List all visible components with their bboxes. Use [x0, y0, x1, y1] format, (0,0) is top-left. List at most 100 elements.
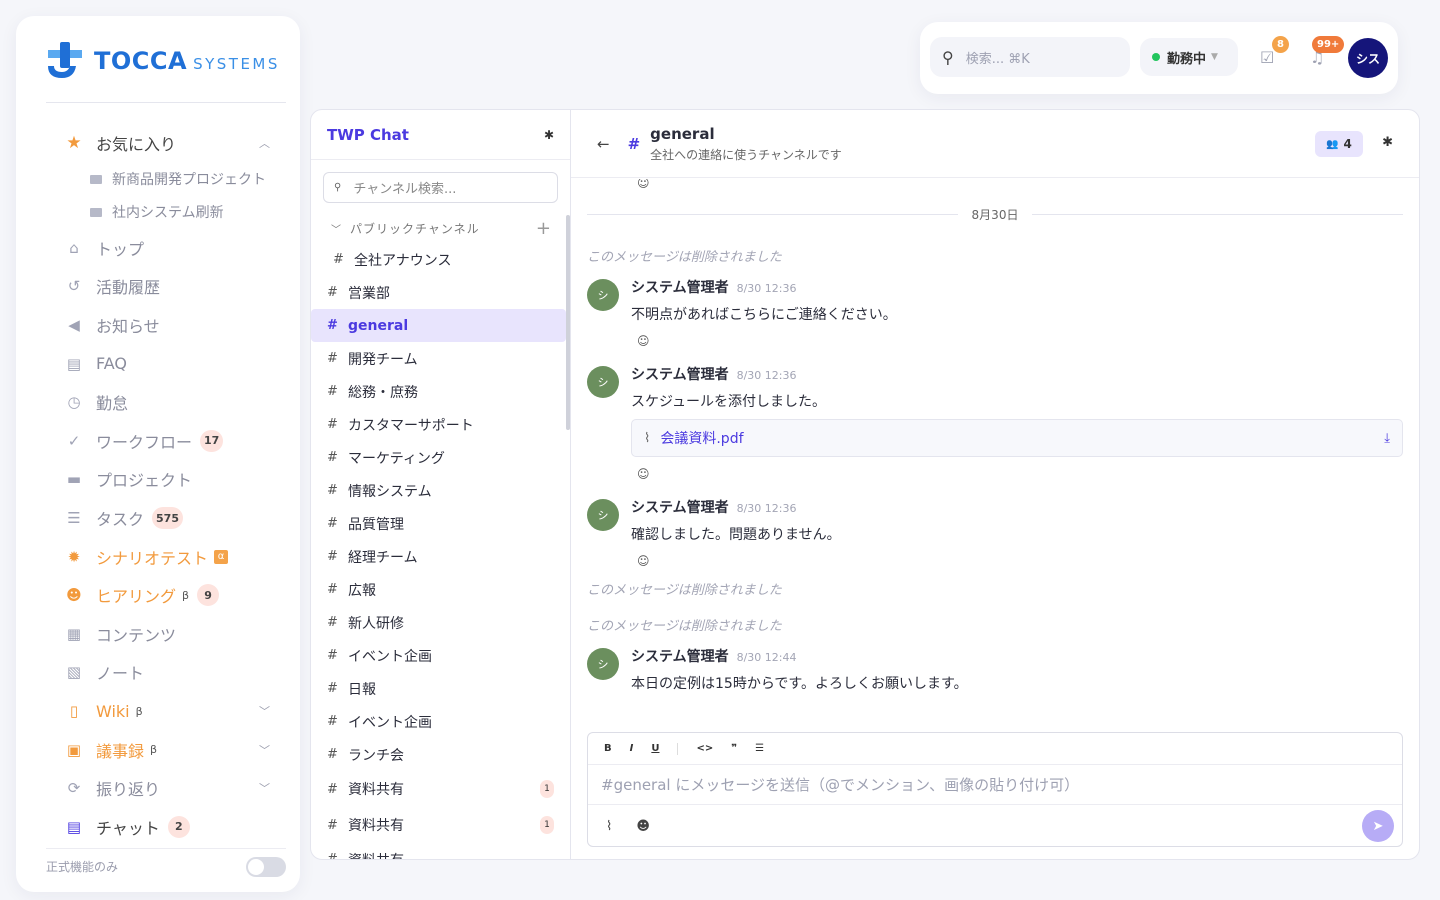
channel-item[interactable]: # ランチ会: [311, 738, 570, 771]
bold-button[interactable]: B: [604, 743, 612, 754]
italic-button[interactable]: I: [630, 743, 634, 754]
avatar[interactable]: シ: [587, 648, 619, 680]
back-arrow-icon[interactable]: ←: [597, 135, 610, 153]
author-name[interactable]: システム管理者: [631, 497, 729, 517]
reaction-add-icon[interactable]: ☺: [637, 179, 1403, 191]
chat-window: TWP Chat ✱ ⚲ チャンネル検索... ﹀ パブリックチャンネル + #…: [310, 109, 1420, 860]
channel-item[interactable]: # 新人研修: [311, 606, 570, 639]
sidebar-item-projects[interactable]: ▬ プロジェクト: [16, 460, 300, 499]
sidebar-item-retrospective[interactable]: ⟳ 振り返り ﹀: [16, 769, 300, 808]
attachment-name[interactable]: 会議資料.pdf: [660, 428, 743, 448]
search-placeholder: チャンネル検索...: [353, 182, 457, 197]
send-button[interactable]: ➤: [1362, 810, 1394, 842]
channel-item[interactable]: # 広報: [311, 573, 570, 606]
sidebar-item-chat[interactable]: ▤ チャット 2: [16, 808, 300, 847]
channel-item[interactable]: # 経理チーム: [311, 540, 570, 573]
channel-item[interactable]: # 総務・庶務: [311, 375, 570, 408]
channel-item[interactable]: # 全社アナウンス: [311, 243, 570, 276]
date-label: 8月30日: [971, 207, 1019, 222]
list-button[interactable]: ☰: [755, 743, 764, 754]
chevron-down-icon[interactable]: ﹀: [259, 742, 270, 758]
channel-item[interactable]: # マーケティング: [311, 441, 570, 474]
user-avatar[interactable]: シス: [1348, 38, 1388, 78]
members-count: 4: [1343, 137, 1352, 151]
folder-icon: [90, 207, 102, 217]
global-search-input[interactable]: ⚲ 検索... ⌘K: [930, 37, 1130, 77]
emoji-icon[interactable]: ☻: [636, 819, 650, 834]
author-name[interactable]: システム管理者: [631, 277, 729, 297]
message: シ システム管理者 8/30 12:36 不明点があればこちらにご連絡ください。 …: [587, 273, 1403, 360]
add-channel-icon[interactable]: +: [536, 218, 552, 239]
author-name[interactable]: システム管理者: [631, 646, 729, 666]
sidebar-item-wiki[interactable]: ▯ Wiki β ﹀: [16, 692, 300, 731]
logo[interactable]: TOCCA SYSTEMS: [48, 42, 280, 80]
underline-button[interactable]: U: [651, 743, 659, 754]
channel-item[interactable]: # 資料共有 1: [311, 807, 570, 843]
sidebar-item-hearing[interactable]: ☻ ヒアリング β 9: [16, 576, 300, 615]
sidebar-item-top[interactable]: ⌂ トップ: [16, 229, 300, 268]
channel-item[interactable]: # 営業部: [311, 276, 570, 309]
channel-name: 日報: [348, 681, 376, 698]
reaction-add-icon[interactable]: ☺: [637, 554, 1403, 568]
gear-icon[interactable]: ✱: [1382, 135, 1393, 150]
alpha-tag: α: [214, 549, 229, 564]
brand-sub: SYSTEMS: [193, 55, 280, 73]
members-button[interactable]: 👥 4: [1315, 131, 1363, 157]
hash-icon: #: [327, 351, 338, 366]
book-icon: ▯: [69, 702, 79, 721]
chevron-down-icon[interactable]: ﹀: [259, 703, 270, 719]
channel-name: 開発チーム: [348, 351, 418, 368]
channel-item[interactable]: # イベント企画: [311, 639, 570, 672]
channel-item[interactable]: # 品質管理: [311, 507, 570, 540]
author-name[interactable]: システム管理者: [631, 364, 729, 384]
task-check-icon[interactable]: ☑: [1260, 48, 1274, 67]
favorite-item[interactable]: 新商品開発プロジェクト: [16, 163, 300, 196]
work-status-dropdown[interactable]: 勤務中 ▼: [1140, 38, 1238, 76]
reaction-add-icon[interactable]: ☺: [637, 467, 1403, 481]
sidebar-item-minutes[interactable]: ▣ 議事録 β ﹀: [16, 730, 300, 769]
favorite-item[interactable]: 社内システム刷新: [16, 196, 300, 229]
channel-item[interactable]: # イベント企画: [311, 705, 570, 738]
gear-icon[interactable]: ✱: [544, 128, 554, 142]
message-input[interactable]: #general にメッセージを送信（@でメンション、画像の貼り付け可）: [588, 765, 1402, 805]
avatar[interactable]: シ: [587, 499, 619, 531]
sidebar-item-scenario-test[interactable]: ✹ シナリオテスト α: [16, 537, 300, 576]
channel-list-scrollbar[interactable]: [566, 215, 570, 430]
chevron-up-icon[interactable]: ︿: [259, 135, 270, 151]
code-button[interactable]: <>: [696, 743, 713, 754]
sidebar-item-history[interactable]: ↺ 活動履歴: [16, 267, 300, 306]
channel-item[interactable]: # 情報システム: [311, 474, 570, 507]
quote-button[interactable]: ❞: [731, 743, 737, 754]
avatar[interactable]: シ: [587, 366, 619, 398]
channel-item-active[interactable]: # general: [311, 309, 566, 342]
task-list-icon: ☰: [67, 509, 81, 528]
channel-search-input[interactable]: ⚲ チャンネル検索...: [323, 172, 558, 203]
sidebar-item-faq[interactable]: ▤ FAQ: [16, 344, 300, 383]
channel-item[interactable]: # 資料共有 1: [311, 771, 570, 807]
toolbar-divider: [677, 742, 679, 755]
sidebar-item-announcements[interactable]: ◀ お知らせ: [16, 306, 300, 345]
section-public-channels[interactable]: ﹀ パブリックチャンネル +: [311, 217, 570, 239]
channel-name: 広報: [348, 582, 376, 599]
avatar[interactable]: シ: [587, 279, 619, 311]
official-only-toggle[interactable]: [246, 856, 286, 877]
channel-item[interactable]: # カスタマーサポート: [311, 408, 570, 441]
file-attachment[interactable]: ⌇ 会議資料.pdf ⤓: [631, 419, 1403, 457]
reaction-add-icon[interactable]: ☺: [637, 334, 1403, 348]
sidebar-item-notes[interactable]: ▧ ノート: [16, 653, 300, 692]
sidebar-item-workflow[interactable]: ✓ ワークフロー 17: [16, 422, 300, 461]
sidebar-item-contents[interactable]: ▦ コンテンツ: [16, 615, 300, 654]
channel-item[interactable]: # 開発チーム: [311, 342, 570, 375]
sidebar-item-favorites[interactable]: ★ お気に入り ︿: [16, 124, 300, 163]
channel-name: 営業部: [348, 285, 390, 302]
sidebar-item-tasks[interactable]: ☰ タスク 575: [16, 499, 300, 538]
chevron-down-icon[interactable]: ﹀: [259, 780, 270, 796]
download-icon[interactable]: ⤓: [1384, 431, 1390, 446]
hash-icon: #: [327, 549, 338, 564]
channel-item[interactable]: # 日報: [311, 672, 570, 705]
paperclip-icon[interactable]: ⌇: [606, 819, 612, 834]
sidebar-item-attendance[interactable]: ◷ 勤怠: [16, 383, 300, 422]
beta-tag: β: [150, 743, 158, 757]
send-icon: ➤: [1372, 818, 1384, 834]
channel-item[interactable]: # 資料共有: [311, 843, 570, 859]
